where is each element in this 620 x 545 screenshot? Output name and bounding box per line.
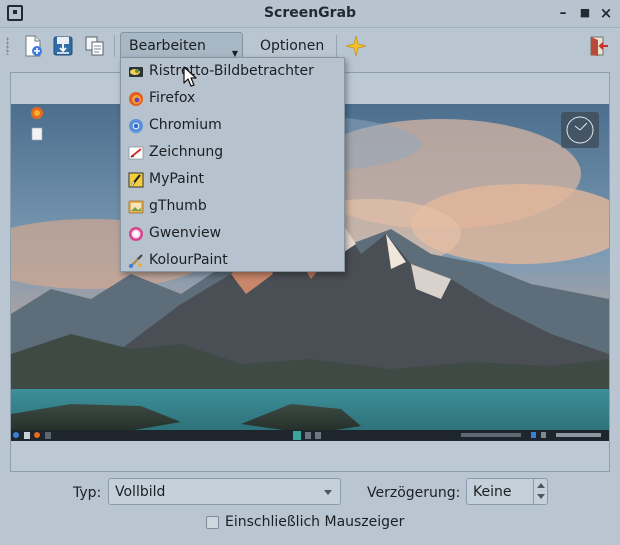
menu-item-mypaint[interactable]: MyPaint <box>122 167 343 193</box>
chevron-down-icon <box>324 490 332 495</box>
edit-in-button[interactable]: Bearbeiten in... ▼ <box>120 32 243 80</box>
menu-item-label: Zeichnung <box>149 144 224 160</box>
type-label: Typ: <box>73 485 102 501</box>
menu-item-chromium[interactable]: Chromium <box>122 113 343 139</box>
mypaint-icon <box>128 172 144 188</box>
new-document-icon[interactable] <box>22 35 44 57</box>
delay-label: Verzögerung: <box>367 485 461 501</box>
spin-down-icon[interactable] <box>537 494 545 499</box>
gwenview-icon <box>128 226 144 242</box>
menu-item-label: Chromium <box>149 117 222 133</box>
maximize-button[interactable]: ■ <box>576 4 594 22</box>
delay-value: Keine <box>473 484 512 500</box>
menu-item-gthumb[interactable]: gThumb <box>122 194 343 220</box>
edit-in-menu: Ristretto-Bildbetrachter Firefox Chromiu… <box>120 57 345 272</box>
firefox-icon <box>128 91 144 107</box>
ristretto-icon <box>128 64 144 80</box>
copy-icon[interactable] <box>84 35 106 57</box>
menu-item-kolourpaint[interactable]: KolourPaint <box>122 248 343 274</box>
save-icon[interactable] <box>52 35 74 57</box>
chromium-icon <box>128 118 144 134</box>
menu-item-label: Gwenview <box>149 225 222 241</box>
spin-up-icon[interactable] <box>537 483 545 488</box>
capture-settings-row: Typ: Vollbild Verzögerung: Keine <box>0 478 620 508</box>
window-title: ScreenGrab <box>263 5 357 21</box>
mouse-pointer-option: Einschließlich Mauszeiger <box>0 513 620 535</box>
include-mouse-label[interactable]: Einschließlich Mauszeiger <box>225 514 404 530</box>
menu-item-gwenview[interactable]: Gwenview <box>122 221 343 247</box>
delay-spinbox[interactable]: Keine <box>466 478 548 505</box>
toolbar-separator <box>114 35 115 57</box>
mouse-cursor-icon <box>183 66 199 88</box>
exit-icon[interactable] <box>588 35 610 57</box>
menu-item-ristretto[interactable]: Ristretto-Bildbetrachter <box>122 59 343 85</box>
gthumb-icon <box>128 199 144 215</box>
menu-item-label: gThumb <box>149 198 207 214</box>
type-select[interactable]: Vollbild <box>108 478 341 505</box>
kolourpaint-icon <box>128 253 144 269</box>
star-icon[interactable] <box>345 35 367 57</box>
close-button[interactable]: × <box>597 4 615 22</box>
menu-item-label: KolourPaint <box>149 252 228 268</box>
menu-item-label: MyPaint <box>149 171 205 187</box>
menu-item-label: Firefox <box>149 90 196 106</box>
toolbar-separator <box>336 35 337 57</box>
minimize-button[interactable]: – <box>554 4 572 22</box>
menu-item-firefox[interactable]: Firefox <box>122 86 343 112</box>
include-mouse-checkbox[interactable] <box>206 516 219 529</box>
menu-item-drawing[interactable]: Zeichnung <box>122 140 343 166</box>
toolbar-grip[interactable] <box>6 37 9 55</box>
title-bar: ScreenGrab – ■ × <box>0 0 620 28</box>
drawing-icon <box>128 145 144 161</box>
type-value: Vollbild <box>115 484 166 500</box>
menu-item-label: Ristretto-Bildbetrachter <box>149 63 314 79</box>
delay-spin-buttons <box>533 479 547 504</box>
options-button[interactable]: Optionen <box>251 32 331 60</box>
